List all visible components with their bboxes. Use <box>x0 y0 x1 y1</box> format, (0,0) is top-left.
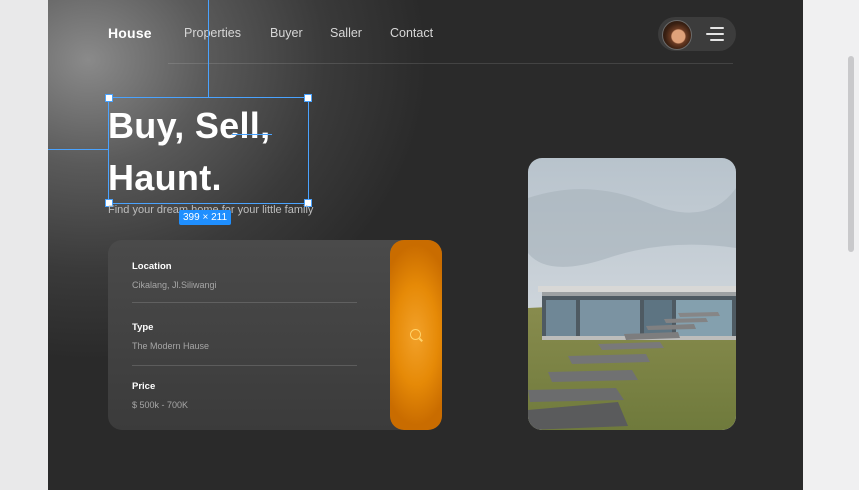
house-photo-image <box>528 158 736 430</box>
guide-line-vertical <box>208 0 209 97</box>
search-button[interactable] <box>390 240 442 430</box>
selection-size-badge: 399 × 211 <box>179 210 232 225</box>
guide-line-horizontal <box>48 149 108 150</box>
user-avatar[interactable] <box>662 20 692 50</box>
location-field[interactable]: Location Cikalang, Jl.Siliwangi <box>132 261 357 303</box>
nav-link-saller[interactable]: Saller <box>330 26 362 40</box>
type-value: The Modern Hause <box>132 341 210 351</box>
nav-divider <box>168 63 733 64</box>
nav-link-contact[interactable]: Contact <box>390 26 433 40</box>
price-value: $ 500k - 700K <box>132 400 189 410</box>
nav-link-buyer[interactable]: Buyer <box>270 26 303 40</box>
resize-handle-top-right[interactable] <box>304 94 312 102</box>
field-divider <box>132 302 357 303</box>
search-card: Location Cikalang, Jl.Siliwangi Type The… <box>108 240 442 430</box>
type-label: Type <box>132 322 154 333</box>
price-field[interactable]: Price $ 500k - 700K <box>132 381 357 410</box>
price-label: Price <box>132 381 156 392</box>
top-nav: House Properties Buyer Saller Contact <box>48 0 803 66</box>
page-canvas: House Properties Buyer Saller Contact Bu… <box>48 0 803 490</box>
profile-menu[interactable] <box>658 17 736 51</box>
field-divider <box>132 365 357 366</box>
location-label: Location <box>132 261 172 272</box>
type-field[interactable]: Type The Modern Hause <box>132 322 357 366</box>
selection-box[interactable] <box>108 97 309 204</box>
nav-link-properties[interactable]: Properties <box>184 26 241 40</box>
search-icon <box>410 329 421 340</box>
resize-handle-top-left[interactable] <box>105 94 113 102</box>
scrollbar-thumb[interactable] <box>848 56 854 252</box>
house-photo <box>528 158 736 430</box>
hamburger-menu-icon[interactable] <box>706 27 724 41</box>
brand-logo[interactable]: House <box>108 25 152 41</box>
location-value: Cikalang, Jl.Siliwangi <box>132 280 217 290</box>
